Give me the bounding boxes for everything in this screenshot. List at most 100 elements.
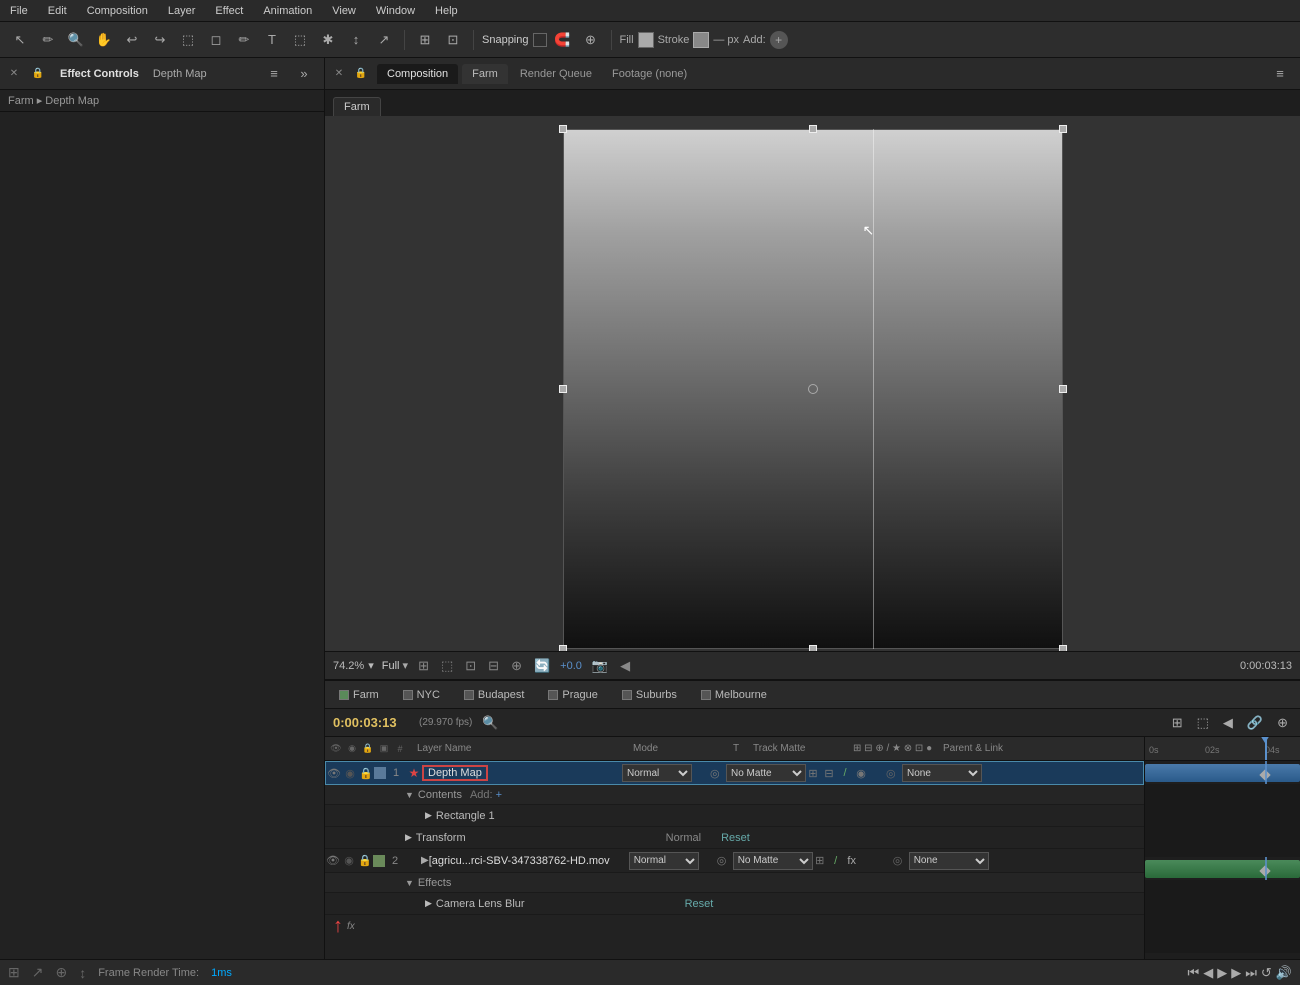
layer-2-parent-icon[interactable]: ◎ xyxy=(893,854,909,867)
layer-2-mode[interactable]: Normal xyxy=(629,852,699,870)
layer-1-sw2[interactable]: ⊟ xyxy=(822,767,836,780)
layer-2-label-color[interactable] xyxy=(373,855,385,867)
snap-icon[interactable]: 🧲 xyxy=(551,28,575,52)
tool-shape[interactable]: ◻ xyxy=(204,28,228,52)
comp-tab-renderqueue[interactable]: Render Queue xyxy=(512,64,600,84)
viewer-icon-8[interactable]: ◀ xyxy=(618,656,632,676)
layer-2-matte[interactable]: No Matte xyxy=(733,852,813,870)
layer-2-effects-section[interactable]: ▼ Effects xyxy=(325,873,1144,893)
layer-2-visibility[interactable]: 👁 xyxy=(325,853,341,869)
tl-tab-nyc[interactable]: NYC xyxy=(397,687,446,703)
layer-1-parent[interactable]: None xyxy=(902,764,982,782)
panel-expand-btn[interactable]: » xyxy=(292,62,316,86)
layer-1-matte[interactable]: No Matte xyxy=(726,764,806,782)
tool-brush[interactable]: ✏ xyxy=(232,28,256,52)
tool-clone[interactable]: ⬚ xyxy=(288,28,312,52)
tool-select[interactable]: ↖ xyxy=(8,28,32,52)
viewer-icon-2[interactable]: ⬚ xyxy=(439,656,455,676)
playback-play[interactable]: ▶ xyxy=(1217,965,1227,981)
playback-loop[interactable]: ↺ xyxy=(1261,965,1272,981)
layer-1-sw1[interactable]: ⊞ xyxy=(806,767,820,780)
contents-add-btn[interactable]: + xyxy=(496,789,502,801)
viewer-icon-6[interactable]: 🔄 xyxy=(532,656,552,676)
transform-section[interactable]: ▶ Transform Normal Reset xyxy=(325,827,1144,849)
effect-controls-tab[interactable]: Effect Controls xyxy=(56,66,143,82)
layer-1-matte-eye[interactable]: ◎ xyxy=(710,767,726,780)
playback-mute[interactable]: 🔊 xyxy=(1276,965,1292,981)
tl-tab-budapest[interactable]: Budapest xyxy=(458,687,530,703)
snapping-checkbox[interactable] xyxy=(533,33,547,47)
status-icon-2[interactable]: ↗ xyxy=(32,964,44,981)
tool-text[interactable]: T xyxy=(260,28,284,52)
tl-icon-3[interactable]: ◀ xyxy=(1219,713,1237,733)
tool-select2[interactable]: ⬚ xyxy=(176,28,200,52)
playback-first[interactable]: ⏮ xyxy=(1188,965,1200,981)
add-button[interactable]: + xyxy=(770,31,788,49)
handle-mid-left[interactable] xyxy=(559,385,567,393)
layer-1-sw3[interactable]: / xyxy=(838,767,852,779)
comp-tab-farm[interactable]: Farm xyxy=(462,64,508,84)
layer-2-matte-eye[interactable]: ◎ xyxy=(717,854,733,867)
layer-row-1[interactable]: 👁 ◉ 🔒 1 ★ Depth Map Normal xyxy=(325,761,1144,785)
layer-2-name[interactable]: [agricu...rci-SBV-347338762-HD.mov xyxy=(429,855,610,867)
tool-align[interactable]: ⊞ xyxy=(413,28,437,52)
clb-reset[interactable]: Reset xyxy=(685,898,714,910)
playhead[interactable] xyxy=(1265,737,1267,760)
layer-1-name[interactable]: Depth Map xyxy=(422,765,488,781)
handle-top-right[interactable] xyxy=(1059,125,1067,133)
handle-mid-right[interactable] xyxy=(1059,385,1067,393)
farm-tab[interactable]: Farm xyxy=(333,97,381,116)
layer-1-solo[interactable]: ◉ xyxy=(342,765,358,781)
status-icon-4[interactable]: ↕ xyxy=(79,965,86,981)
panel-close-btn[interactable]: ✕ xyxy=(8,68,20,80)
layer-2-lock[interactable]: 🔒 xyxy=(357,853,373,869)
handle-top-left[interactable] xyxy=(559,125,567,133)
layer-1-label-color[interactable] xyxy=(374,767,386,779)
comp-tab-composition[interactable]: Composition xyxy=(377,64,458,84)
viewport-timecode[interactable]: 0:00:03:13 xyxy=(1240,660,1292,672)
fill-color[interactable] xyxy=(638,32,654,48)
snap-options[interactable]: ⊕ xyxy=(579,28,603,52)
tl-icon-4[interactable]: 🔗 xyxy=(1243,713,1267,733)
menu-composition[interactable]: Composition xyxy=(83,3,152,19)
panel-menu-btn[interactable]: ≡ xyxy=(262,62,286,86)
zoom-dropdown-icon[interactable]: ▾ xyxy=(368,659,374,672)
stroke-color[interactable] xyxy=(693,32,709,48)
viewer-icon-4[interactable]: ⊟ xyxy=(486,656,501,676)
menu-edit[interactable]: Edit xyxy=(44,3,71,19)
playback-prev-frame[interactable]: ◀ xyxy=(1203,965,1213,981)
tl-tab-prague[interactable]: Prague xyxy=(542,687,603,703)
tool-grid[interactable]: ⊡ xyxy=(441,28,465,52)
comp-menu-btn[interactable]: ≡ xyxy=(1268,62,1292,86)
timeline-timecode[interactable]: 0:00:03:13 xyxy=(333,715,413,730)
layer-1-lock[interactable]: 🔒 xyxy=(358,765,374,781)
tool-pen[interactable]: ✏ xyxy=(36,28,60,52)
handle-bottom-left[interactable] xyxy=(559,645,567,652)
layer-1-parent-icon[interactable]: ◎ xyxy=(886,767,902,780)
menu-layer[interactable]: Layer xyxy=(164,3,200,19)
status-icon-3[interactable]: ⊕ xyxy=(55,964,67,981)
layer-1-visibility[interactable]: 👁 xyxy=(326,765,342,781)
handle-bottom-right[interactable] xyxy=(1059,645,1067,652)
tl-tab-melbourne[interactable]: Melbourne xyxy=(695,687,773,703)
comp-lock-btn[interactable]: 🔒 xyxy=(349,62,373,86)
viewport[interactable]: ↖ xyxy=(325,116,1300,651)
tool-puppet[interactable]: ↗ xyxy=(372,28,396,52)
tl-icon-1[interactable]: ⊞ xyxy=(1168,713,1187,733)
playback-last[interactable]: ⏭ xyxy=(1245,965,1257,981)
menu-window[interactable]: Window xyxy=(372,3,419,19)
tool-roto[interactable]: ↕ xyxy=(344,28,368,52)
comp-tab-footage[interactable]: Footage (none) xyxy=(604,64,695,84)
tool-hand[interactable]: ✋ xyxy=(92,28,116,52)
tl-icon-2[interactable]: ⬚ xyxy=(1193,713,1213,733)
layer-row-2[interactable]: 👁 ◉ 🔒 2 ▶ [agricu...rci-SBV-347338762-HD… xyxy=(325,849,1144,873)
layer-2-sw2[interactable]: / xyxy=(829,855,843,867)
menu-animation[interactable]: Animation xyxy=(259,3,316,19)
camera-lens-blur-row[interactable]: ▶ Camera Lens Blur Reset xyxy=(325,893,1144,915)
viewer-icon-7[interactable]: 📷 xyxy=(590,656,610,676)
tool-redo[interactable]: ↪ xyxy=(148,28,172,52)
status-icon-1[interactable]: ⊞ xyxy=(8,964,20,981)
layer-2-parent[interactable]: None xyxy=(909,852,989,870)
tool-undo[interactable]: ↩ xyxy=(120,28,144,52)
handle-bottom-mid[interactable] xyxy=(809,645,817,652)
